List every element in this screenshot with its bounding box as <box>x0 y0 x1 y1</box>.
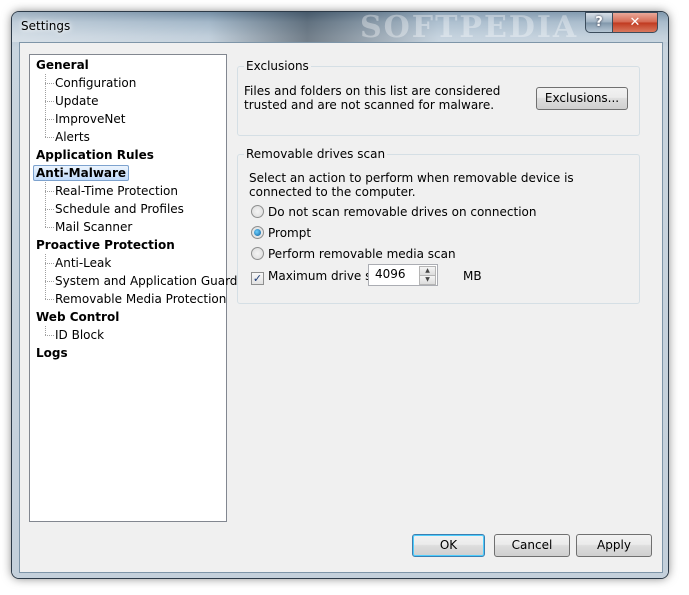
spin-down-arrow-icon[interactable]: ▼ <box>419 275 436 285</box>
tree-connector-line <box>45 227 54 228</box>
tree-connector-line <box>45 182 46 227</box>
max-drive-size-value: 4096 <box>375 267 406 281</box>
tree-item-schedule-and-profiles[interactable]: Schedule and Profiles <box>55 200 184 218</box>
apply-button[interactable]: Apply <box>576 534 652 557</box>
tree-item-update[interactable]: Update <box>55 92 98 110</box>
removable-drives-group: Removable drives scan Select an action t… <box>237 147 640 304</box>
tree-item-removable-media-protection[interactable]: Removable Media Protection <box>55 290 226 308</box>
tree-connector-line <box>45 119 54 120</box>
tree-item-label: Anti-Leak <box>55 256 112 270</box>
tree-item-label: Removable Media Protection <box>55 292 227 306</box>
tree-connector-line <box>45 263 54 264</box>
tree-item-label: Web Control <box>36 310 120 324</box>
radio-perform-scan[interactable]: Perform removable media scan <box>251 246 456 262</box>
radio-prompt[interactable]: Prompt <box>251 225 311 241</box>
tree-item-label: Application Rules <box>36 148 154 162</box>
tree-item-label: Configuration <box>55 76 137 90</box>
radio-button-icon <box>251 205 264 218</box>
size-unit: MB <box>463 269 482 283</box>
tree-item-label: ID Block <box>55 328 105 342</box>
tree-connector-line <box>45 83 54 84</box>
help-button[interactable]: ? <box>585 12 613 33</box>
tree-connector-line <box>45 254 46 299</box>
radio-no-scan[interactable]: Do not scan removable drives on connecti… <box>251 204 537 220</box>
tree-connector-line <box>45 335 54 336</box>
tree-item-general[interactable]: General <box>36 56 89 74</box>
tree-item-label: Real-Time Protection <box>55 184 178 198</box>
exclusions-button[interactable]: Exclusions... <box>536 87 628 110</box>
tree-item-label: Alerts <box>55 130 90 144</box>
close-icon: ✕ <box>629 15 641 30</box>
tree-item-anti-leak[interactable]: Anti-Leak <box>55 254 111 272</box>
tree-item-label: Anti-Malware <box>33 165 130 181</box>
tree-item-anti-malware[interactable]: Anti-Malware <box>33 164 130 182</box>
radio-button-selected-icon <box>251 226 264 239</box>
tree-connector-line <box>45 209 54 210</box>
tree-item-alerts[interactable]: Alerts <box>55 128 90 146</box>
max-drive-size-input[interactable]: 4096 ▲ ▼ <box>368 264 438 286</box>
exclusions-group-title: Exclusions <box>244 59 311 74</box>
radio-prompt-label: Prompt <box>268 226 312 240</box>
radio-no-scan-label: Do not scan removable drives on connecti… <box>268 205 537 219</box>
tree-item-web-control[interactable]: Web Control <box>36 308 119 326</box>
tree-item-real-time-protection[interactable]: Real-Time Protection <box>55 182 178 200</box>
settings-tree[interactable]: General Configuration Update ImproveNet Aler… <box>29 54 237 522</box>
tree-connector-line <box>45 191 54 192</box>
checkmark-icon: ✓ <box>251 272 264 285</box>
tree-item-configuration[interactable]: Configuration <box>55 74 136 92</box>
tree-item-label: Mail Scanner <box>55 220 133 234</box>
tree-connector-line <box>45 326 46 335</box>
exclusions-description: Files and folders on this list are consi… <box>244 84 501 112</box>
dialog-client-area: General Configuration Update ImproveNet Aler… <box>19 42 663 573</box>
radio-perform-scan-label: Perform removable media scan <box>268 247 456 261</box>
tree-item-mail-scanner[interactable]: Mail Scanner <box>55 218 132 236</box>
cancel-button[interactable]: Cancel <box>494 534 570 557</box>
tree-item-label: Proactive Protection <box>36 238 175 252</box>
window-title: Settings <box>21 19 71 33</box>
watermark: SOFTPEDIA <box>360 10 579 45</box>
help-icon: ? <box>595 15 603 30</box>
tree-item-label: General <box>36 58 89 72</box>
tree-item-label: Logs <box>36 346 68 360</box>
tree-item-proactive-protection[interactable]: Proactive Protection <box>36 236 175 254</box>
tree-item-logs[interactable]: Logs <box>36 344 68 362</box>
tree-item-application-rules[interactable]: Application Rules <box>36 146 154 164</box>
tree-item-system-and-application-guard[interactable]: System and Application Guard <box>55 272 237 290</box>
radio-button-icon <box>251 247 264 260</box>
tree-connector-line <box>45 101 54 102</box>
settings-window: SOFTPEDIA Settings ? ✕ General Configurat… <box>12 10 668 578</box>
tree-connector-line <box>45 299 54 300</box>
tree-item-improvenet[interactable]: ImproveNet <box>55 110 125 128</box>
title-bar[interactable]: SOFTPEDIA Settings <box>12 10 668 45</box>
close-button[interactable]: ✕ <box>612 12 658 33</box>
tree-item-label: Update <box>55 94 99 108</box>
tree-connector-line <box>45 137 54 138</box>
tree-item-label: ImproveNet <box>55 112 126 126</box>
removable-drives-group-title: Removable drives scan <box>244 147 388 162</box>
exclusions-group: Exclusions Files and folders on this lis… <box>237 59 640 136</box>
tree-item-label: Schedule and Profiles <box>55 202 184 216</box>
ok-button[interactable]: OK <box>412 534 485 557</box>
tree-connector-line <box>45 281 54 282</box>
tree-item-id-block[interactable]: ID Block <box>55 326 104 344</box>
removable-description: Select an action to perform when removab… <box>249 171 574 199</box>
tree-item-label: System and Application Guard <box>55 274 238 288</box>
